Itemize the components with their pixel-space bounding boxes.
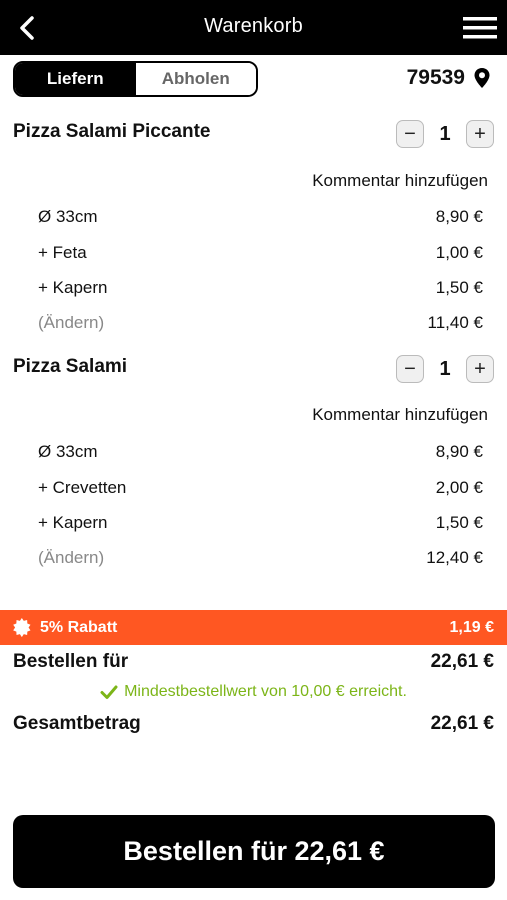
- line-label: + Feta: [38, 243, 87, 262]
- discount-amount: 1,19 €: [449, 618, 494, 636]
- line-label: + Crevetten: [38, 478, 127, 497]
- order-for-value: 22,61 €: [430, 651, 494, 672]
- cart-item-name: Pizza Salami Piccante: [13, 121, 211, 142]
- total-value: 22,61 €: [430, 713, 494, 734]
- quantity-stepper: − 1 +: [396, 354, 494, 384]
- decrease-button[interactable]: −: [396, 120, 424, 148]
- add-comment-link[interactable]: Kommentar hinzufügen: [312, 171, 488, 191]
- list-item: + Crevetten 2,00 €: [38, 476, 483, 500]
- discount-bar: 5% Rabatt 1,19 €: [0, 610, 507, 645]
- line-price: 1,50 €: [435, 513, 483, 532]
- line-price: 8,90 €: [435, 442, 483, 461]
- min-order-text: Mindestbestellwert von 10,00 € erreicht.: [124, 683, 407, 700]
- zip-code: 79539: [406, 66, 465, 89]
- place-order-button[interactable]: Bestellen für 22,61 €: [13, 815, 495, 888]
- item-total-row: (Ändern) 12,40 €: [38, 546, 483, 570]
- total-label: Gesamtbetrag: [13, 713, 141, 734]
- quantity-value: 1: [439, 357, 451, 380]
- add-comment-link[interactable]: Kommentar hinzufügen: [312, 405, 488, 425]
- location-pin-icon: [474, 68, 490, 88]
- delivery-mode-toggle: Liefern Abholen: [13, 61, 258, 97]
- list-item: + Kapern 1,50 €: [38, 511, 483, 535]
- quantity-stepper: − 1 +: [396, 119, 494, 149]
- line-price: 1,00 €: [435, 243, 483, 262]
- min-order-note: Mindestbestellwert von 10,00 € erreicht.: [0, 683, 507, 701]
- quantity-value: 1: [439, 122, 451, 145]
- line-label: + Kapern: [38, 278, 108, 297]
- increase-button[interactable]: +: [466, 355, 494, 383]
- item-total: 12,40 €: [426, 548, 483, 567]
- list-item: + Feta 1,00 €: [38, 241, 483, 265]
- top-bar: Warenkorb: [0, 0, 507, 55]
- menu-button[interactable]: [463, 14, 497, 42]
- line-label: Ø 33cm: [38, 207, 98, 226]
- increase-button[interactable]: +: [466, 120, 494, 148]
- edit-item-link[interactable]: (Ändern): [38, 313, 104, 333]
- discount-label-group: 5% Rabatt: [13, 618, 117, 637]
- location-selector[interactable]: 79539: [407, 66, 491, 90]
- edit-item-link[interactable]: (Ändern): [38, 548, 104, 568]
- decrease-button[interactable]: −: [396, 355, 424, 383]
- item-total-row: (Ändern) 11,40 €: [38, 311, 483, 335]
- discount-label: 5% Rabatt: [40, 618, 118, 636]
- line-price: 1,50 €: [435, 278, 483, 297]
- tab-liefern[interactable]: Liefern: [15, 63, 136, 95]
- tab-abholen[interactable]: Abholen: [135, 63, 256, 95]
- list-item: Ø 33cm 8,90 €: [38, 440, 483, 464]
- item-total: 11,40 €: [427, 313, 483, 332]
- cart-item-name: Pizza Salami: [13, 356, 128, 377]
- line-price: 2,00 €: [435, 478, 483, 497]
- line-price: 8,90 €: [435, 207, 483, 226]
- order-for-row: Bestellen für 22,61 €: [13, 651, 494, 673]
- badge-icon: [13, 618, 31, 637]
- line-label: Ø 33cm: [38, 442, 98, 461]
- list-item: + Kapern 1,50 €: [38, 276, 483, 300]
- order-for-label: Bestellen für: [13, 651, 129, 672]
- checkmark-icon: [100, 685, 118, 699]
- total-row: Gesamtbetrag 22,61 €: [13, 713, 494, 735]
- list-item: Ø 33cm 8,90 €: [38, 205, 483, 229]
- hamburger-menu-icon: [463, 17, 497, 39]
- page-title: Warenkorb: [204, 15, 303, 37]
- line-label: + Kapern: [38, 513, 108, 532]
